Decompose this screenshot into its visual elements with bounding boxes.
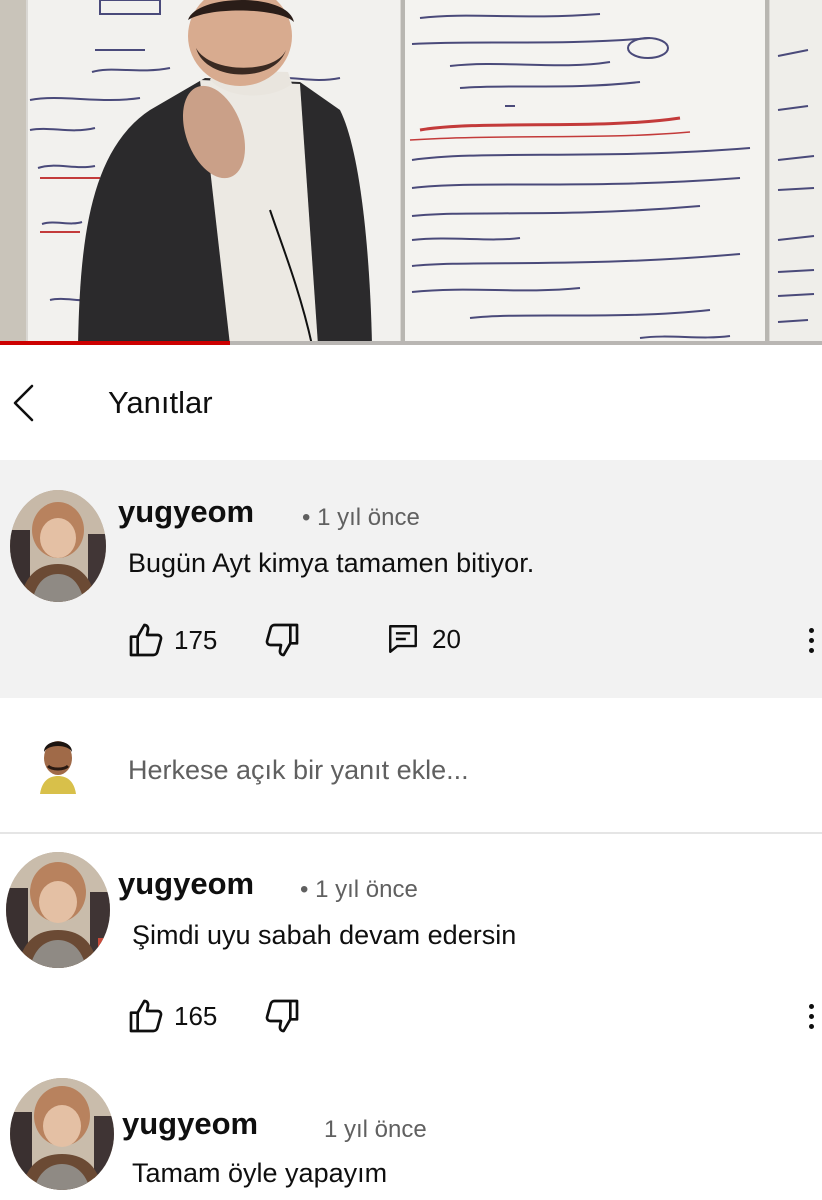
like-count: 175 xyxy=(174,624,218,655)
dislike-button[interactable] xyxy=(262,620,302,660)
like-count: 165 xyxy=(174,1000,218,1031)
video-player[interactable] xyxy=(0,0,822,345)
like-button[interactable]: 175 xyxy=(126,620,217,660)
whiteboard-lecture-frame xyxy=(0,0,822,345)
back-button[interactable] xyxy=(0,375,50,431)
comment-text: Tamam öyle yapayım xyxy=(132,1158,388,1188)
comment-icon xyxy=(389,625,417,653)
avatar-image xyxy=(6,852,110,968)
thumbs-up-icon xyxy=(129,999,163,1033)
thumbs-down-icon xyxy=(265,999,299,1033)
comment-time: • 1 yıl önce xyxy=(302,504,420,531)
replies-button[interactable]: 20 xyxy=(386,622,461,656)
reply-count: 20 xyxy=(432,623,461,654)
avatar[interactable] xyxy=(6,852,110,968)
back-arrow-icon xyxy=(13,384,34,422)
replies-header: Yanıtlar xyxy=(0,345,822,460)
comment-time: 1 yıl önce xyxy=(324,1116,427,1143)
thumbs-up-icon xyxy=(129,623,163,657)
page-title: Yanıtlar xyxy=(108,385,213,420)
avatar-image xyxy=(10,1078,114,1190)
avatar[interactable] xyxy=(10,490,106,602)
comment-author[interactable]: yugyeom xyxy=(118,494,254,530)
like-button[interactable]: 165 xyxy=(126,996,217,1036)
comment-text: Şimdi uyu sabah devam edersin xyxy=(132,920,517,950)
user-avatar xyxy=(38,736,78,794)
avatar-image xyxy=(10,490,106,602)
reply-composer xyxy=(0,698,822,832)
comment-time: • 1 yıl önce xyxy=(300,876,418,903)
reply-input[interactable] xyxy=(128,750,728,790)
comment-text: Bugün Ayt kimya tamamen bitiyor. xyxy=(128,548,535,578)
parent-comment: yugyeom • 1 yıl önce Bugün Ayt kimya tam… xyxy=(0,460,822,698)
more-vert-icon[interactable] xyxy=(800,620,822,660)
comment-author[interactable]: yugyeom xyxy=(118,866,254,902)
divider xyxy=(0,832,822,834)
user-avatar-image xyxy=(40,741,76,794)
more-vert-icon[interactable] xyxy=(800,996,822,1036)
thumbs-down-icon xyxy=(265,623,299,657)
avatar[interactable] xyxy=(10,1078,114,1190)
dislike-button[interactable] xyxy=(262,996,302,1036)
comment-author[interactable]: yugyeom xyxy=(122,1106,258,1142)
